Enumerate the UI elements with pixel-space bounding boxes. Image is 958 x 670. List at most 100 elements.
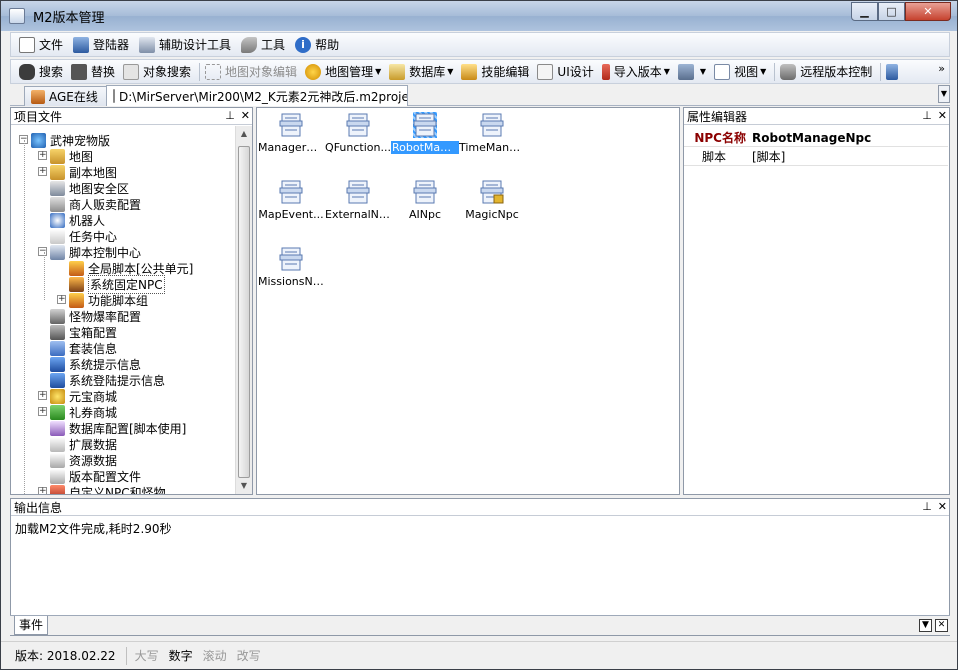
npc-item[interactable]: MagicNpc [458, 179, 526, 221]
tree-expander-icon[interactable]: + [38, 167, 47, 176]
title-bar[interactable]: M2版本管理 ▁ □ ✕ [1, 1, 957, 31]
minimize-button[interactable]: ▁ [851, 2, 878, 21]
tree-item[interactable]: 扩展数据 [50, 436, 117, 452]
dropdown-arrow-icon: ▼ [699, 67, 707, 76]
tree-expander-icon[interactable]: + [38, 487, 47, 494]
tree-expander-icon[interactable]: + [38, 391, 47, 400]
npc-item-label: TimeMana... [459, 141, 526, 154]
object-search-button-label: 对象搜索 [143, 65, 192, 79]
npc-item[interactable]: TimeMana... [458, 112, 526, 154]
pin-icon[interactable]: ⊥ [225, 109, 235, 122]
view-button[interactable]: 视图 ▼ [714, 63, 766, 80]
tree-item-label: 系统提示信息 [69, 357, 142, 372]
tools-dropdown-button[interactable]: ▼ [677, 63, 707, 80]
npc-item[interactable]: MapEvent... [257, 179, 325, 221]
panel-close-icon[interactable]: ✕ [938, 109, 947, 122]
npc-item[interactable]: RobotManageNpc [391, 112, 459, 154]
map-object-edit-button[interactable]: 地图对象编辑 [205, 63, 297, 80]
document-tabs: AGE在线 D:\MirServer\Mir200\M2_K元素2元神改后.m2… [10, 85, 950, 106]
tree-item[interactable]: 元宝商城 [50, 388, 117, 404]
tree-scrollbar[interactable]: ▲ ▼ [235, 126, 252, 494]
map-manage-icon [305, 63, 322, 80]
dropdown-arrow-icon: ▼ [663, 67, 670, 76]
tree-item[interactable]: 自定义NPC和怪物 [50, 484, 166, 494]
remote-version-control-button[interactable]: 远程版本控制 [780, 63, 872, 80]
tree-expander-icon[interactable]: − [38, 247, 47, 256]
panel-close-icon[interactable]: ✕ [938, 500, 947, 513]
menu-tools[interactable]: 工具 [241, 36, 285, 53]
npc-item-label: AINpc [408, 208, 442, 221]
npc-item-label: MapEvent... [258, 208, 324, 221]
npc-item[interactable]: ExternalNpc [324, 179, 392, 221]
npc-item[interactable]: AINpc [391, 179, 459, 221]
menu-file-label: 文件 [39, 38, 64, 52]
tree-item[interactable]: 怪物爆率配置 [50, 308, 141, 324]
scroll-down-icon[interactable]: ▼ [236, 478, 252, 494]
replace-button[interactable]: 替换 [71, 63, 115, 80]
skill-edit-button[interactable]: 技能编辑 [461, 63, 529, 80]
tree-item[interactable]: 宝箱配置 [50, 324, 117, 340]
tree-item[interactable]: 地图安全区 [50, 180, 129, 196]
tree-expander-icon[interactable]: + [38, 151, 47, 160]
maximize-button[interactable]: □ [878, 2, 905, 21]
tree-item[interactable]: 地图 [50, 148, 93, 164]
menu-launcher[interactable]: 登陆器 [73, 36, 129, 53]
property-value[interactable]: [脚本] [750, 148, 785, 165]
remote-version-control-button-label: 远程版本控制 [800, 65, 873, 79]
events-dropdown-button[interactable]: ▼ [919, 619, 932, 632]
project-panel-header: 项目文件 ⊥ ✕ [11, 108, 252, 125]
npc-item[interactable]: ManagerNpc [257, 112, 325, 154]
menu-design-tools[interactable]: 辅助设计工具 [139, 36, 231, 53]
tree-item[interactable]: 版本配置文件 [50, 468, 141, 484]
ui-design-button[interactable]: UI设计 [537, 63, 594, 80]
tree-item-label: 系统登陆提示信息 [69, 373, 166, 388]
tree-item[interactable]: 套装信息 [50, 340, 117, 356]
npc-item-label: MagicNpc [465, 208, 519, 221]
pin-icon[interactable]: ⊥ [922, 109, 932, 122]
tab-age-online[interactable]: AGE在线 [24, 86, 114, 106]
database-button[interactable]: 数据库 ▼ [389, 63, 453, 80]
property-row-npc-name[interactable]: NPC名称 RobotManageNpc [684, 129, 948, 147]
tree-item[interactable]: 副本地图 [50, 164, 117, 180]
npc-group-icon [69, 276, 84, 292]
scroll-up-icon[interactable]: ▲ [236, 126, 252, 142]
npc-icon [413, 180, 437, 204]
tree-item[interactable]: 资源数据 [50, 452, 117, 468]
property-value[interactable]: RobotManageNpc [750, 131, 871, 145]
property-row-script[interactable]: 脚本 [脚本] [684, 148, 948, 166]
tree-expander-icon[interactable]: + [57, 295, 66, 304]
map-manage-button[interactable]: 地图管理 ▼ [305, 63, 381, 80]
tree-item[interactable]: 系统登陆提示信息 [50, 372, 165, 388]
toolbar-overflow-icon[interactable]: » [938, 62, 945, 75]
tree-item[interactable]: 数据库配置[脚本使用] [50, 420, 186, 436]
tree-item[interactable]: 任务中心 [50, 228, 117, 244]
tree-item-label: 扩展数据 [69, 437, 118, 452]
tree-item[interactable]: 商人贩卖配置 [50, 196, 141, 212]
pin-icon[interactable]: ⊥ [922, 500, 932, 513]
menu-help[interactable]: i 帮助 [295, 36, 339, 53]
tree-item[interactable]: 系统固定NPC [69, 274, 165, 294]
npc-item[interactable]: QFunction... [324, 112, 392, 154]
tree-item[interactable]: 机器人 [50, 212, 105, 228]
import-version-button[interactable]: 导入版本 ▼ [601, 63, 670, 80]
panel-close-icon[interactable]: ✕ [241, 109, 250, 122]
tab-m2project[interactable]: D:\MirServer\Mir200\M2_K元素2元神改后.m2projec… [106, 85, 408, 106]
tree-item[interactable]: 功能脚本组 [69, 292, 148, 308]
panel-icon[interactable] [886, 63, 899, 80]
object-search-button[interactable]: 对象搜索 [123, 63, 191, 80]
tree-item[interactable]: 礼券商城 [50, 404, 117, 420]
tabs-dropdown-button[interactable]: ▼ [938, 85, 950, 103]
tree-expander-icon[interactable]: + [38, 407, 47, 416]
close-button[interactable]: ✕ [905, 2, 951, 21]
tree-item[interactable]: 武神宠物版 [31, 132, 110, 148]
status-numlock: 数字 [168, 649, 193, 663]
menu-file[interactable]: 文件 [19, 36, 63, 53]
events-close-button[interactable]: ✕ [935, 619, 948, 632]
search-button[interactable]: 搜索 [19, 63, 63, 80]
scroll-thumb[interactable] [238, 146, 250, 478]
npc-item[interactable]: MissionsNpc [257, 246, 325, 288]
tree-item[interactable]: 脚本控制中心 [50, 244, 141, 260]
tree-item[interactable]: 系统提示信息 [50, 356, 141, 372]
tab-events[interactable]: 事件 [14, 616, 49, 635]
version-file-icon [50, 468, 65, 484]
